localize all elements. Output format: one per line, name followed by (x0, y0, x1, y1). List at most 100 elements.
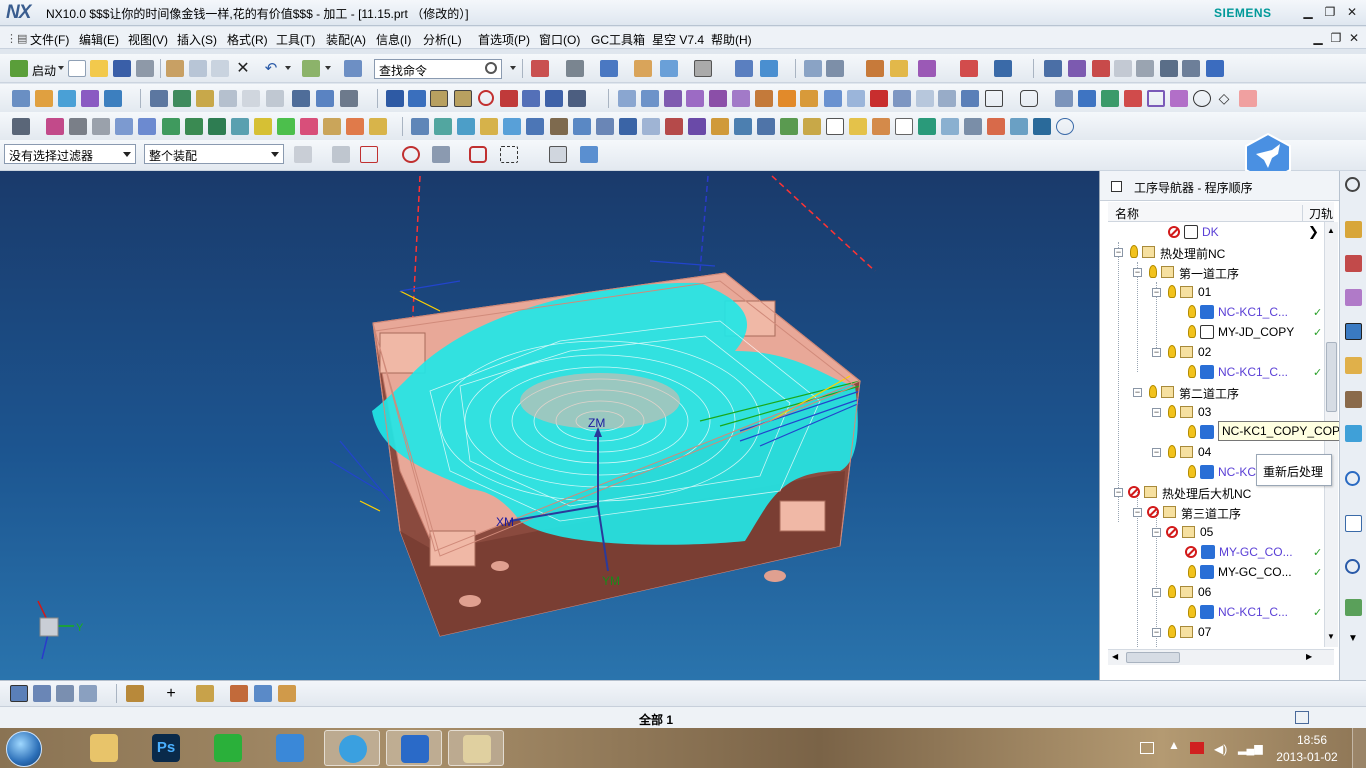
circle-icon[interactable] (1193, 90, 1211, 107)
util-icon-7[interactable] (208, 118, 226, 135)
plus-icon[interactable]: + (162, 685, 180, 702)
filter-icon[interactable] (480, 118, 498, 135)
box-view-icon[interactable] (549, 146, 567, 163)
analysis-icon[interactable] (866, 60, 884, 77)
signal-icon[interactable]: ▂▄▆ (1238, 742, 1263, 755)
undo-icon[interactable]: ↶ (262, 60, 280, 77)
feature-icon-18[interactable] (1078, 90, 1096, 107)
start-button-label[interactable]: 启动 (32, 62, 56, 79)
collapse-icon[interactable]: − (1114, 248, 1123, 257)
collapse-icon[interactable]: − (1152, 348, 1161, 357)
new-file-icon[interactable] (68, 60, 86, 77)
feature-icon-4[interactable] (686, 90, 704, 107)
tree-row[interactable]: DK ❯ (1108, 222, 1324, 242)
tool-icon-6[interactable] (266, 90, 284, 107)
collapse-icon[interactable]: − (1133, 388, 1142, 397)
path-icon-2[interactable] (408, 90, 426, 107)
search-icon[interactable] (485, 62, 497, 74)
layout-icon[interactable] (531, 60, 549, 77)
generate-toolpath-icon[interactable] (1182, 60, 1200, 77)
info-icon[interactable] (804, 60, 822, 77)
feature-icon-1[interactable] (618, 90, 636, 107)
util-icon-34[interactable] (872, 118, 890, 135)
undo-dropdown-icon[interactable] (285, 66, 291, 70)
feature-icon-23[interactable] (1239, 90, 1257, 107)
tool-icon-5[interactable] (242, 90, 260, 107)
util-icon-5[interactable] (162, 118, 180, 135)
path-icon-9[interactable] (568, 90, 586, 107)
document-icon[interactable] (1345, 515, 1362, 532)
feature-icon-3[interactable] (664, 90, 682, 107)
feature-icon-22[interactable] (1170, 90, 1188, 107)
history-clock-icon[interactable] (1345, 559, 1360, 574)
ops-icon-2[interactable] (35, 90, 53, 107)
util-icon-24[interactable] (642, 118, 660, 135)
verify-toolpath-icon[interactable] (1206, 60, 1224, 77)
arrow-left-icon[interactable] (115, 118, 133, 135)
resource-icon-6[interactable] (1345, 425, 1362, 442)
navigator-method-view-icon[interactable] (79, 685, 97, 702)
search-dropdown-icon[interactable] (510, 66, 516, 70)
open-folder-icon[interactable] (90, 60, 108, 77)
tree-row[interactable]: MY-JD_COPY ✓ (1108, 322, 1324, 342)
orient-view-icon[interactable] (634, 60, 652, 77)
collapse-icon[interactable]: − (1152, 588, 1161, 597)
delete-icon[interactable]: ✕ (234, 60, 252, 77)
search-input[interactable]: 查找命令 (374, 59, 502, 79)
util-icon-27[interactable] (711, 118, 729, 135)
util-icon-29[interactable] (757, 118, 775, 135)
select-features-icon[interactable] (294, 146, 312, 163)
menu-tools[interactable]: 工具(T) (276, 31, 315, 48)
taskbar-wechat[interactable] (200, 730, 256, 766)
tray-arrow-icon[interactable]: ▲ (1168, 738, 1180, 752)
tree-row[interactable]: − 03 (1108, 402, 1324, 422)
create-geometry-icon[interactable] (1092, 60, 1110, 77)
wcs-icon[interactable] (760, 60, 778, 77)
feature-icon-13[interactable] (893, 90, 911, 107)
bottom-tool-icon-1[interactable] (126, 685, 144, 702)
close-button[interactable]: ✕ (1342, 3, 1362, 21)
select-intent-icon[interactable] (432, 146, 450, 163)
util-icon-38[interactable] (964, 118, 982, 135)
paste-icon[interactable] (211, 60, 229, 77)
arrow-right-icon[interactable] (138, 118, 156, 135)
tree-row[interactable]: − 06 (1108, 582, 1324, 602)
bottom-tool-icon-4[interactable] (254, 685, 272, 702)
path-icon-4[interactable] (454, 90, 472, 107)
util-icon-9[interactable] (254, 118, 272, 135)
clock-time[interactable]: 18:56 (1281, 733, 1343, 747)
taskbar-paint[interactable] (448, 730, 504, 766)
feature-icon-10[interactable] (824, 90, 842, 107)
util-icon-8[interactable] (231, 118, 249, 135)
chevron-right-icon[interactable]: ❯ (1308, 224, 1319, 240)
hexagon-select-icon[interactable] (469, 146, 487, 163)
show-desktop-button[interactable] (1352, 728, 1366, 768)
assembly-dropdown-icon[interactable] (325, 66, 331, 70)
collapse-icon[interactable]: − (1152, 448, 1161, 457)
path-icon-3[interactable] (430, 90, 448, 107)
util-icon-12[interactable] (323, 118, 341, 135)
print-icon[interactable] (136, 60, 154, 77)
hexagon-icon[interactable] (1020, 90, 1038, 107)
create-operation-icon[interactable] (1136, 60, 1154, 77)
taskbar-explorer[interactable] (76, 730, 132, 766)
util-icon-14[interactable] (369, 118, 387, 135)
doc-close-button[interactable]: ✕ (1344, 29, 1364, 47)
scroll-h-thumb[interactable] (1126, 652, 1180, 663)
selection-filter-select[interactable]: 没有选择过滤器 (4, 144, 136, 164)
tool-icon-9[interactable] (340, 90, 358, 107)
scroll-down-icon[interactable]: ▼ (1348, 633, 1358, 644)
util-icon-4[interactable] (92, 118, 110, 135)
tree-row[interactable]: NC-KC1_C... ✓ (1108, 362, 1324, 382)
util-icon-35[interactable] (895, 118, 913, 135)
util-icon-36[interactable] (918, 118, 936, 135)
menu-grip-icon[interactable]: ⋮▤ (6, 32, 27, 45)
tree-row[interactable]: NC-KC1_C... ✓ (1108, 602, 1324, 622)
taskbar-nx[interactable] (386, 730, 442, 766)
ops-icon-1[interactable] (12, 90, 30, 107)
taskbar-bird-app[interactable] (262, 730, 318, 766)
navigator-machine-view-icon[interactable] (33, 685, 51, 702)
create-tool-icon[interactable] (1068, 60, 1086, 77)
column-name[interactable]: 名称 (1115, 205, 1139, 222)
column-toolpath[interactable]: 刀轨 (1302, 205, 1333, 222)
